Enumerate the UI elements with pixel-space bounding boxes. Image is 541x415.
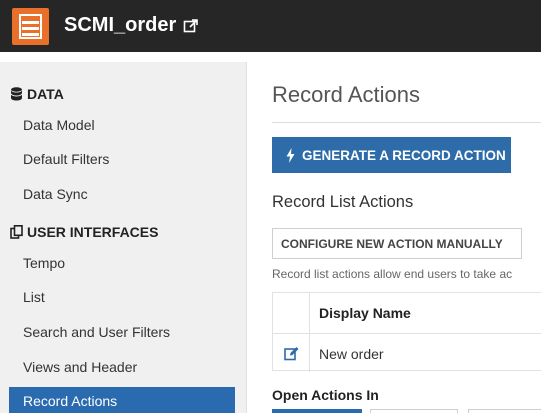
- open-actions-label: Open Actions In: [272, 387, 379, 403]
- page-title: Record Actions: [272, 82, 420, 107]
- bolt-icon: [286, 147, 295, 163]
- sidebar-item-views-and-header[interactable]: Views and Header: [9, 352, 235, 382]
- database-icon: [10, 87, 23, 101]
- section-data: DATA: [10, 86, 64, 102]
- app-title: SCMI_order: [64, 14, 177, 36]
- sidebar-item-data-sync[interactable]: Data Sync: [9, 179, 235, 209]
- edit-icon[interactable]: [284, 346, 299, 361]
- record-list-actions-title: Record List Actions: [272, 193, 414, 211]
- column-header-display-name[interactable]: Display Name: [319, 305, 411, 321]
- table-row-divider: [273, 333, 541, 334]
- open-actions-option[interactable]: [370, 409, 458, 413]
- generate-record-action-button[interactable]: GENERATE A RECORD ACTION: [272, 137, 511, 173]
- sidebar: DATA Data Model Default Filters Data Syn…: [0, 62, 247, 413]
- open-actions-option[interactable]: [468, 409, 541, 413]
- help-text: Record list actions allow end users to t…: [272, 267, 513, 281]
- copy-icon: [10, 225, 23, 239]
- section-user-interfaces: USER INTERFACES: [10, 224, 158, 240]
- sidebar-item-search-and-user-filters[interactable]: Search and User Filters: [9, 317, 235, 347]
- record-type-icon: [12, 8, 49, 45]
- sidebar-item-data-model[interactable]: Data Model: [9, 110, 235, 140]
- section-title: USER INTERFACES: [27, 224, 159, 240]
- sidebar-item-list[interactable]: List: [9, 282, 235, 312]
- sidebar-item-record-actions[interactable]: Record Actions: [9, 387, 235, 413]
- section-title: DATA: [27, 86, 64, 102]
- sidebar-item-default-filters[interactable]: Default Filters: [9, 144, 235, 174]
- open-actions-option[interactable]: [272, 409, 362, 413]
- actions-table: Display Name New order: [272, 292, 541, 372]
- app-header: SCMI_order: [0, 0, 541, 52]
- generate-button-label: GENERATE A RECORD ACTION: [302, 147, 506, 163]
- external-link-icon[interactable]: [183, 18, 199, 34]
- sidebar-item-tempo[interactable]: Tempo: [9, 248, 235, 278]
- title-divider: [272, 122, 541, 123]
- table-cell-display-name[interactable]: New order: [319, 346, 384, 362]
- main-content: Record Actions GENERATE A RECORD ACTION …: [248, 52, 541, 413]
- configure-action-button[interactable]: CONFIGURE NEW ACTION MANUALLY: [272, 228, 522, 259]
